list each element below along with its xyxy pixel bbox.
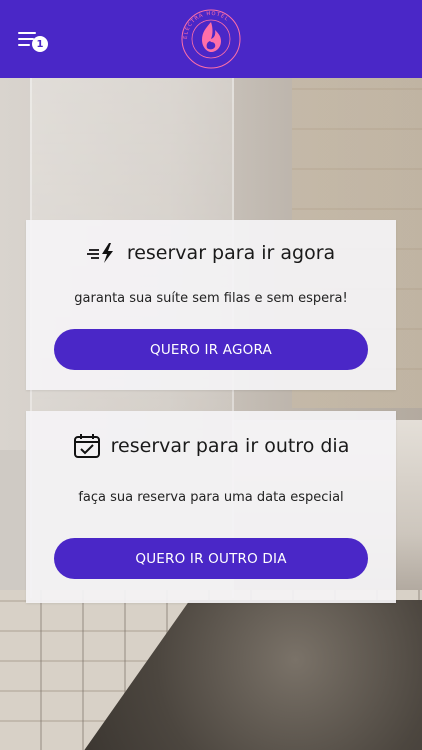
card-subtitle: garanta sua suíte sem filas e sem espera…	[74, 291, 348, 306]
electra-hotel-logo: ELECTRA HOTEL	[181, 9, 241, 69]
go-now-button[interactable]: QUERO IR AGORA	[54, 329, 368, 370]
go-other-day-button[interactable]: QUERO IR OUTRO DIA	[54, 538, 368, 579]
app-header: 1 ELECTRA HOTEL	[0, 0, 422, 78]
notification-badge: 1	[32, 36, 48, 52]
card-title: reservar para ir outro dia	[110, 435, 350, 457]
card-subtitle: faça sua reserva para uma data especial	[78, 490, 344, 505]
card-title: reservar para ir agora	[126, 242, 336, 264]
calendar-check-icon	[73, 433, 101, 459]
reserve-now-card: reservar para ir agora garanta sua suíte…	[26, 220, 396, 390]
reserve-other-day-card: reservar para ir outro dia faça sua rese…	[26, 411, 396, 603]
menu-lines-icon	[18, 32, 36, 34]
menu-button[interactable]: 1	[16, 28, 50, 54]
lightning-fast-icon	[86, 242, 117, 264]
